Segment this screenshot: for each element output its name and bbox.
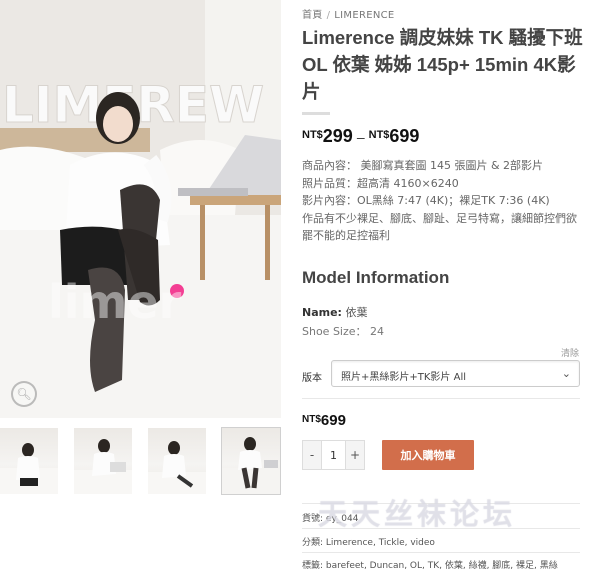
tags-label: 標籤: [302, 561, 324, 571]
meta-tags: 標籤: barefeet, Duncan, OL, TK, 依葉, 絲襪, 腳底… [302, 558, 558, 571]
quantity-plus-button[interactable]: + [346, 441, 364, 469]
model-name-value: 依葉 [345, 306, 368, 319]
variation-select[interactable]: 照片+黑絲影片+TK影片 All ⌄ [331, 360, 580, 387]
add-to-cart-button[interactable]: 加入購物車 [382, 440, 474, 470]
price-max: 699 [389, 126, 420, 146]
thumbnail-1[interactable] [0, 428, 58, 494]
meta-divider-1 [302, 503, 580, 504]
meta-sku: 貨號: ey_044 [302, 511, 358, 524]
sku-label: 貨號: [302, 514, 324, 524]
categories-label: 分類: [302, 538, 324, 548]
product-title: Limerence 調皮妹妹 TK 騷擾下班 OL 依葉 姊姊 145p+ 15… [302, 27, 583, 102]
breadcrumb: 首頁 / LIMERENCE [302, 6, 395, 21]
variation-selected-value: 照片+黑絲影片+TK影片 All [341, 372, 466, 383]
model-info-heading: Model Information [302, 268, 450, 287]
thumbnail-4[interactable] [221, 427, 281, 495]
chevron-down-icon: ⌄ [561, 367, 571, 380]
thumbnail-2[interactable] [74, 428, 132, 494]
price-max-currency: NT$ [368, 129, 390, 141]
price-range: NT$299– NT$699 [302, 126, 419, 147]
price-min-currency: NT$ [302, 129, 323, 141]
variation-price-currency: NT$ [302, 414, 321, 425]
price-min: 299 [322, 126, 353, 146]
photo-watermark: limer [48, 275, 182, 329]
model-name-label: Name: [302, 306, 342, 319]
breadcrumb-home[interactable]: 首頁 [302, 10, 323, 21]
magnifier-icon[interactable]: 🔍︎ [11, 381, 37, 407]
clear-variation-link[interactable]: 清除 [561, 346, 579, 359]
variation-price-amount: 699 [320, 412, 346, 429]
meta-divider-3 [302, 552, 580, 553]
breadcrumb-category[interactable]: LIMERENCE [334, 10, 394, 21]
model-name: Name: 依葉 [302, 304, 367, 320]
breadcrumb-separator: / [326, 10, 331, 21]
variation-price: NT$699 [302, 412, 346, 430]
main-product-image[interactable]: LIMEREW limer 🔍︎ [0, 0, 281, 418]
meta-categories: 分類: Limerence, Tickle, video [302, 535, 435, 548]
categories-value[interactable]: Limerence, Tickle, video [326, 538, 435, 548]
quantity-stepper: - 1 + [302, 440, 365, 470]
desc-line-quality: 照片品質：超高清 4160×6240 [302, 176, 459, 190]
variation-divider [302, 398, 580, 399]
price-dash: – [356, 129, 365, 145]
thumbnail-strip [0, 427, 281, 495]
quantity-minus-button[interactable]: - [303, 441, 321, 469]
meta-divider-2 [302, 528, 580, 529]
desc-line-video: 影片內容：OL黑絲 7:47 (4K)；裸足TK 7:36 (4K) [302, 194, 550, 207]
product-description: 商品內容： 美腳寫真套圖 145 張圖片 & 2部影片 照片品質：超高清 416… [302, 157, 587, 245]
quantity-input[interactable]: 1 [321, 441, 346, 469]
title-divider [302, 112, 330, 115]
tags-value[interactable]: barefeet, Duncan, OL, TK, 依葉, 絲襪, 腳底, 裸足… [326, 561, 558, 571]
variation-label: 版本 [302, 373, 322, 384]
desc-line-note: 作品有不少裸足、腳底、腳趾、足弓特寫，讓細節控們欲罷不能的足控福利 [302, 211, 577, 243]
model-shoe-size: Shoe Size： 24 [302, 325, 385, 338]
sku-value: ey_044 [325, 514, 359, 524]
thumbnail-3[interactable] [148, 428, 206, 494]
desc-line-content: 商品內容： 美腳寫真套圖 145 張圖片 & 2部影片 [302, 159, 544, 172]
main-photo-illustration: LIMEREW limer [0, 0, 281, 418]
